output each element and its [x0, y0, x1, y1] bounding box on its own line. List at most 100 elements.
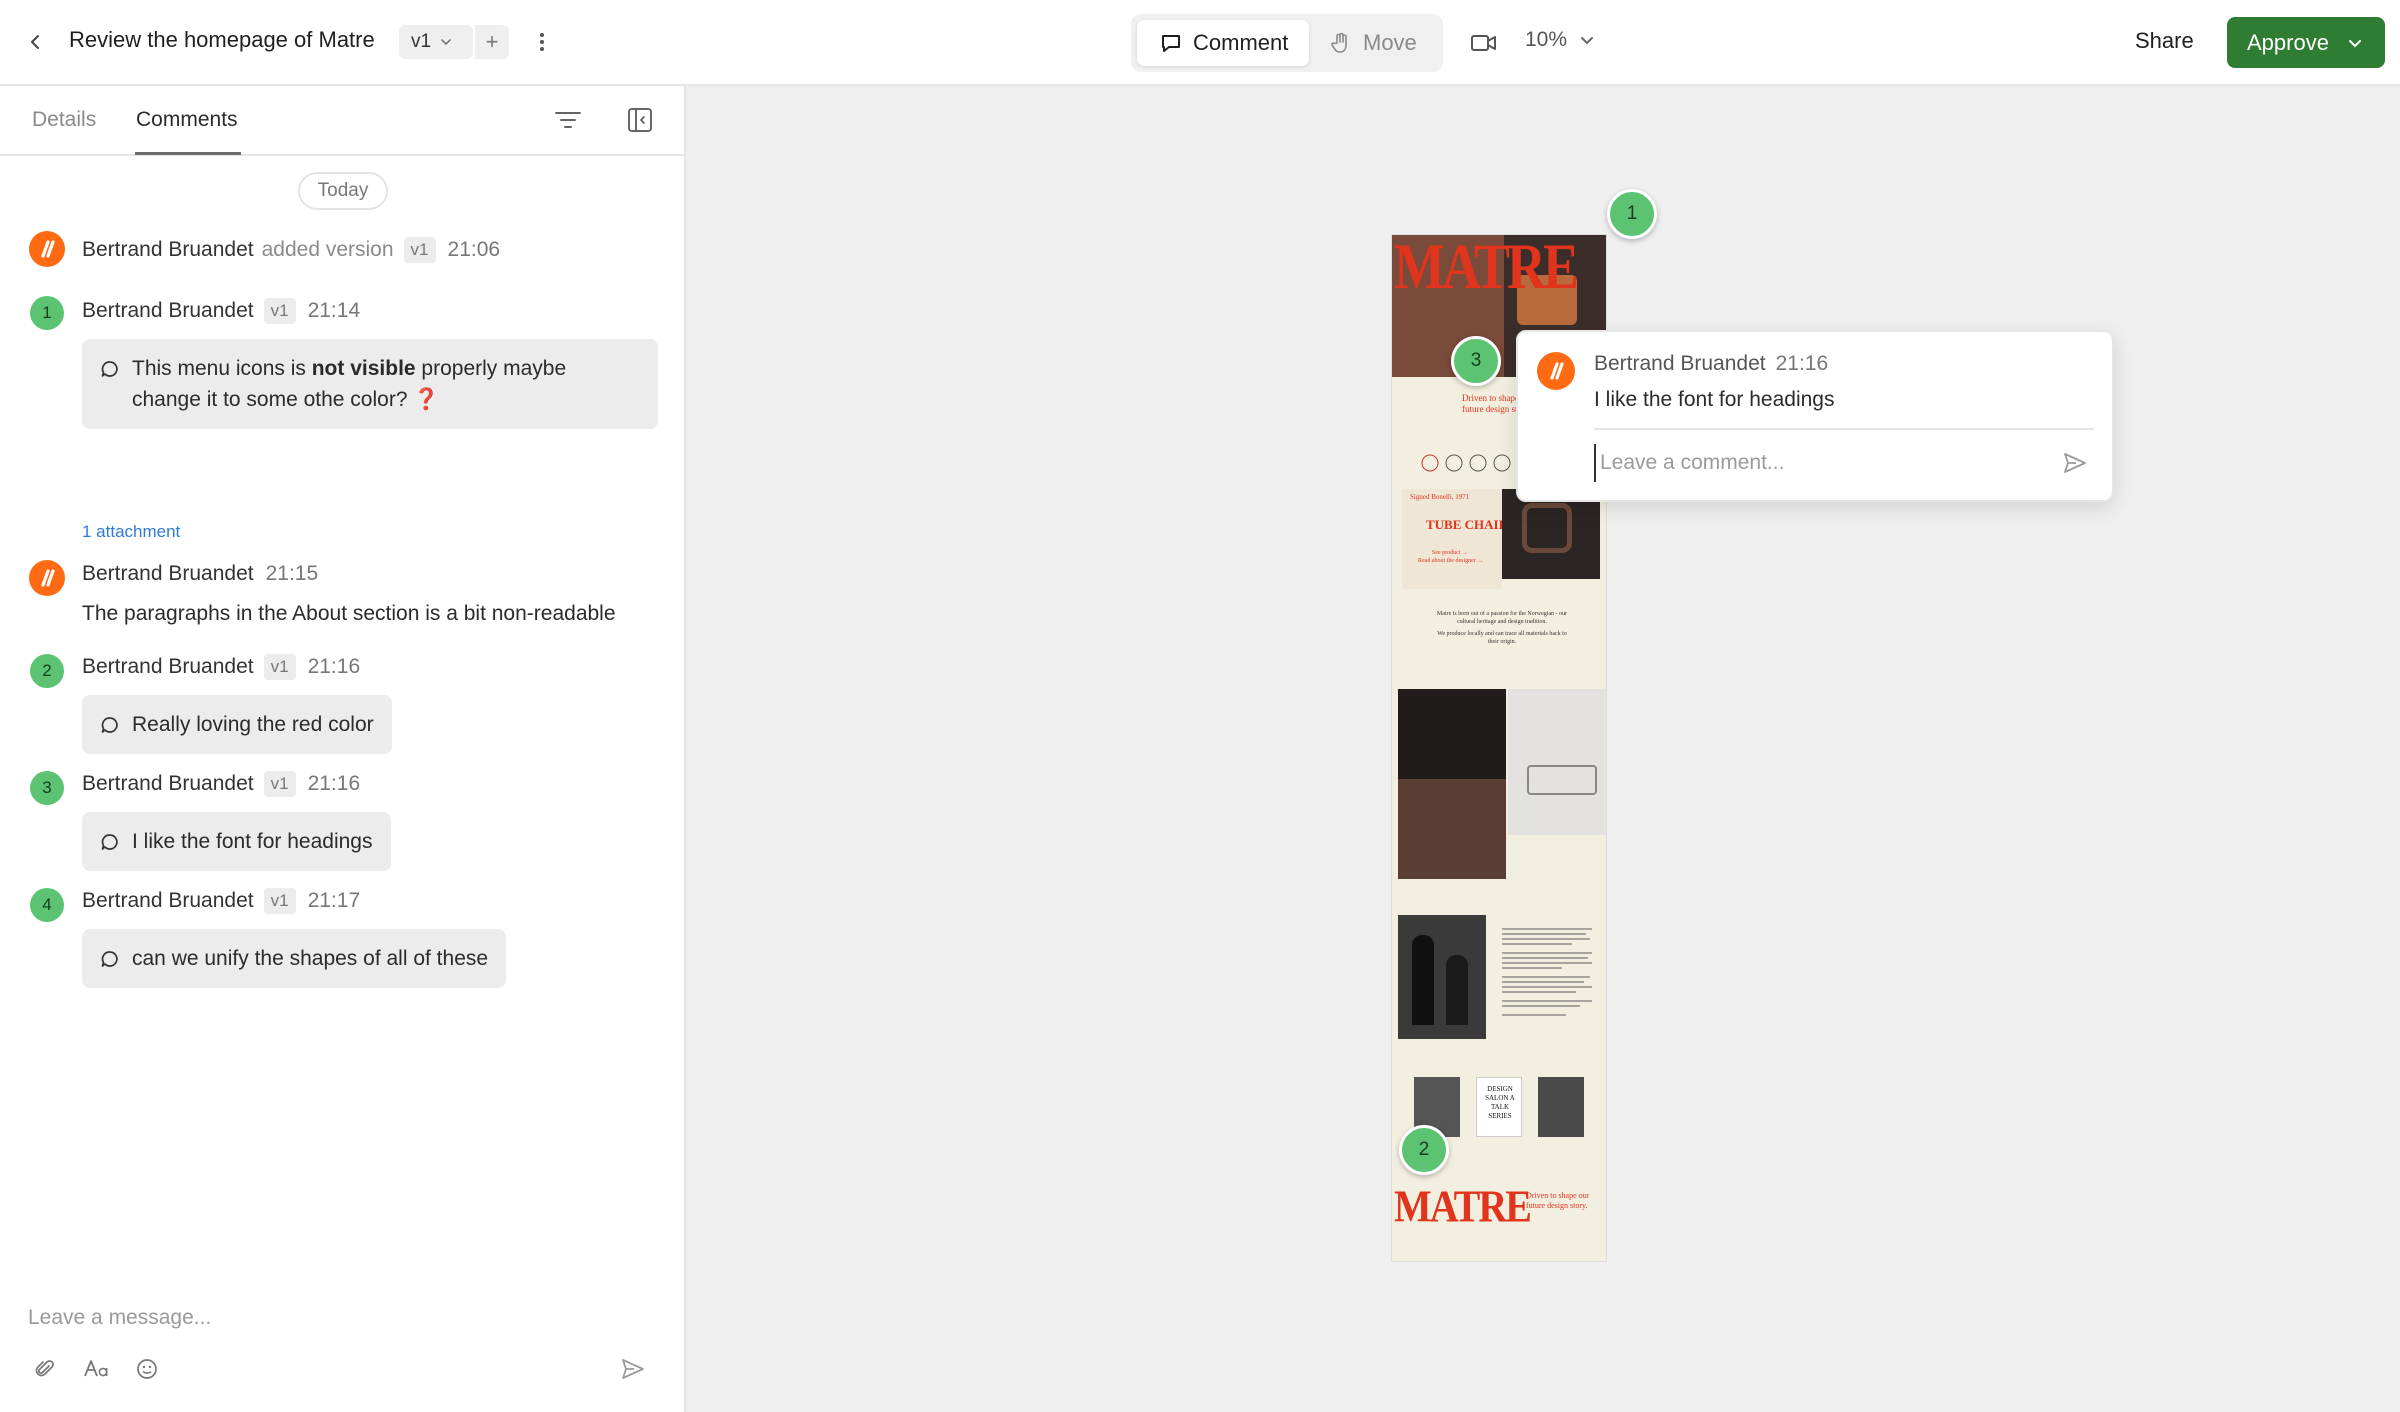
share-button[interactable]: Share [2135, 28, 2194, 54]
comment-meta: Bertrand Bruandet v1 21:16 [82, 654, 360, 680]
chevron-down-icon [1581, 37, 1594, 45]
tab-comments[interactable]: Comments [136, 108, 238, 132]
chevron-left-icon [31, 35, 39, 49]
comment-text: I like the font for headings [132, 830, 373, 853]
author-name: Bertrand Bruandet [1594, 352, 1766, 375]
date-separator: Today [298, 172, 388, 210]
collapse-panel-button[interactable] [622, 102, 658, 138]
person-silhouette [1446, 955, 1468, 1025]
approve-button[interactable]: Approve [2227, 17, 2385, 68]
timestamp: 21:17 [307, 889, 361, 912]
product-name: TUBE CHAIR [1426, 517, 1508, 532]
speech-bubble-icon [101, 834, 118, 850]
comment-pin[interactable]: 3 [1451, 336, 1501, 386]
activity-meta: Bertrand Bruandet added version v1 21:06 [82, 237, 500, 263]
comment-meta: Bertrand Bruandet v1 21:14 [82, 298, 360, 324]
move-mode-label: Move [1363, 30, 1417, 55]
version-tag: v1 [263, 654, 296, 680]
mode-toggle: Comment Move [1131, 14, 1443, 72]
add-version-button[interactable]: + [473, 25, 509, 59]
review-canvas[interactable]: MATRE Driven to shape our future design … [686, 86, 2400, 1412]
comment-pin[interactable]: 1 [1607, 189, 1657, 239]
comment-pin[interactable]: 2 [1399, 1125, 1449, 1175]
tab-details[interactable]: Details [32, 108, 96, 132]
more-options-button[interactable] [524, 24, 560, 60]
comment-text: This menu icons is [132, 357, 312, 380]
author-name: Bertrand Bruandet [82, 889, 254, 912]
kebab-icon [540, 33, 544, 51]
zoom-select[interactable]: 10% [1525, 28, 1595, 52]
version-tag: v1 [263, 888, 296, 914]
version-tag: v1 [403, 237, 436, 263]
comment-bubble: Really loving the red color [82, 695, 392, 754]
comment-text: The paragraphs in the About section is a… [82, 602, 616, 625]
event-title: DESIGN SALON A TALK SERIES [1485, 1085, 1515, 1120]
emoji-button[interactable] [130, 1352, 164, 1386]
product-link: See product → [1432, 550, 1468, 556]
message-input[interactable]: Leave a message... [28, 1306, 648, 1330]
send-reply-button[interactable] [2058, 446, 2092, 480]
version-tag: v1 [263, 771, 296, 797]
divider [1594, 428, 2094, 430]
about-text: We produce locally and can trace all mat… [1437, 631, 1567, 645]
comment-number-badge: 1 [30, 296, 64, 330]
comment-number-badge: 4 [30, 888, 64, 922]
comment-mode-button[interactable]: Comment [1137, 20, 1309, 66]
author-name: Bertrand Bruandet [82, 299, 254, 322]
author-name: Bertrand Bruandet [82, 655, 254, 678]
attach-button[interactable] [28, 1352, 62, 1386]
speech-bubble-icon [101, 717, 118, 733]
avatar [29, 231, 65, 267]
comment-number-badge: 2 [30, 654, 64, 688]
brand-logo-icon [1550, 362, 1564, 380]
record-video-button[interactable] [1466, 26, 1502, 60]
speech-bubble-icon [101, 951, 118, 967]
comment-text: can we unify the shapes of all of these [132, 947, 489, 970]
comment-meta: Bertrand Bruandet 21:15 [82, 562, 318, 586]
question-emoji: ❓ [413, 388, 440, 411]
comment-meta: Bertrand Bruandet v1 21:17 [82, 888, 360, 914]
reply-input[interactable]: Leave a comment... [1594, 444, 2044, 482]
comment-bubble: can we unify the shapes of all of these [82, 929, 507, 988]
filter-button[interactable] [550, 102, 586, 138]
table-sketch [1527, 765, 1597, 795]
text-lines [1502, 928, 1592, 1016]
paperclip-icon [35, 1360, 54, 1377]
timestamp: 21:06 [447, 238, 501, 261]
sidebar-tabs: Details Comments [0, 86, 684, 156]
gallery-image-top [1398, 689, 1506, 779]
panel-collapse-icon [628, 108, 652, 132]
brand-wordmark: MATRE [1394, 234, 1579, 303]
comments-sidebar: Details Comments Today Bertrand Bruandet… [0, 86, 686, 1412]
attachment-link[interactable]: 1 attachment [82, 522, 180, 542]
approve-label: Approve [2247, 29, 2329, 55]
speech-bubble-icon [101, 361, 118, 377]
hand-icon [1331, 32, 1347, 53]
about-text: Matre is born out of a passion for the N… [1436, 611, 1568, 625]
timestamp: 21:14 [307, 299, 361, 322]
avatar [29, 560, 65, 596]
brand-logo-icon [41, 240, 55, 258]
document-title: Review the homepage of Matre [69, 27, 375, 52]
popover-comment-text: I like the font for headings [1594, 388, 1835, 411]
author-name: Bertrand Bruandet [82, 562, 254, 585]
back-button[interactable] [18, 24, 54, 60]
person-silhouette [1412, 935, 1434, 1025]
chevron-down-icon [2348, 39, 2361, 47]
format-text-button[interactable] [80, 1352, 114, 1386]
version-select[interactable]: v1 [399, 25, 473, 59]
zoom-level: 10% [1525, 28, 1568, 51]
move-mode-button[interactable]: Move [1317, 20, 1437, 66]
product-card [1402, 489, 1502, 589]
send-icon [2064, 453, 2086, 473]
product-caption: Signed Bonelli, 1971 [1410, 493, 1470, 501]
product-link: Read about the designer → [1418, 558, 1484, 564]
send-message-button[interactable] [616, 1352, 650, 1386]
popover-meta: Bertrand Bruandet 21:16 [1594, 352, 1828, 376]
comment-popover: Bertrand Bruandet 21:16 I like the font f… [1516, 330, 2114, 502]
send-icon [622, 1359, 644, 1379]
comment-text-bold: not visible [311, 357, 416, 380]
text-format-icon [84, 1360, 108, 1377]
version-tag: v1 [263, 298, 296, 324]
version-select-label: v1 [411, 31, 432, 52]
